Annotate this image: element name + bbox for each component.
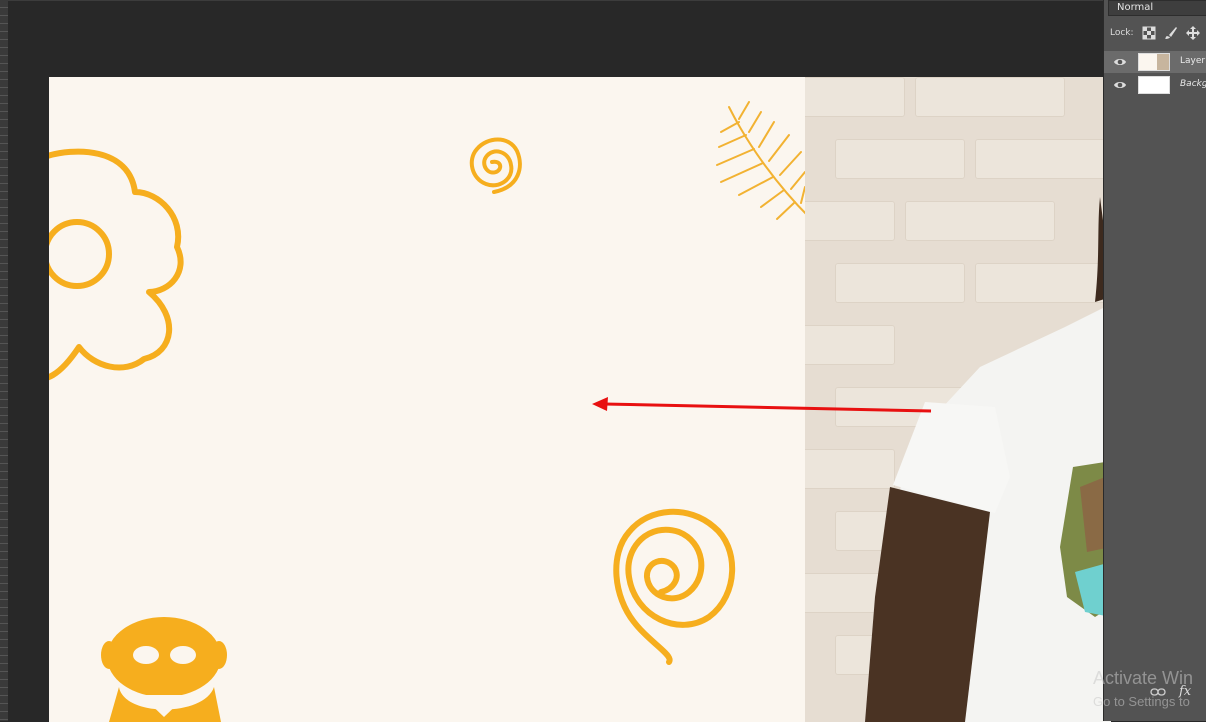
layer-row[interactable]: Backg bbox=[1104, 74, 1206, 96]
leaf-motif bbox=[716, 101, 810, 220]
model-photo bbox=[805, 77, 1111, 722]
small-spiral-motif bbox=[469, 137, 522, 194]
eye-icon[interactable] bbox=[1113, 78, 1127, 92]
lock-transparent-pixels-icon[interactable] bbox=[1142, 26, 1156, 40]
vertical-ruler[interactable] bbox=[0, 0, 8, 721]
layer-row[interactable]: Layer bbox=[1104, 51, 1206, 73]
layer-thumbnail bbox=[1138, 53, 1170, 71]
document-workspace[interactable] bbox=[8, 0, 1111, 722]
layer-name: Backg bbox=[1180, 79, 1206, 89]
layers-panel: Normal Lock: Layer Backg fx bbox=[1103, 0, 1206, 721]
blend-mode-select[interactable]: Normal bbox=[1108, 0, 1206, 16]
lock-row: Lock: bbox=[1104, 24, 1206, 44]
brush-icon[interactable] bbox=[1164, 26, 1178, 40]
person-figure bbox=[865, 167, 1111, 722]
document-canvas[interactable] bbox=[49, 77, 1111, 722]
activation-watermark-subtitle: Go to Settings to bbox=[1093, 694, 1190, 709]
large-spiral-motif bbox=[613, 508, 736, 665]
eye-icon[interactable] bbox=[1113, 55, 1127, 69]
monkey-motif bbox=[101, 617, 227, 722]
layer-thumbnail bbox=[1138, 76, 1170, 94]
lock-label: Lock: bbox=[1110, 28, 1134, 38]
flower-motif bbox=[49, 148, 184, 381]
move-icon[interactable] bbox=[1186, 26, 1200, 40]
activation-watermark-title: Activate Win bbox=[1093, 668, 1194, 688]
layer-name: Layer bbox=[1180, 56, 1206, 66]
